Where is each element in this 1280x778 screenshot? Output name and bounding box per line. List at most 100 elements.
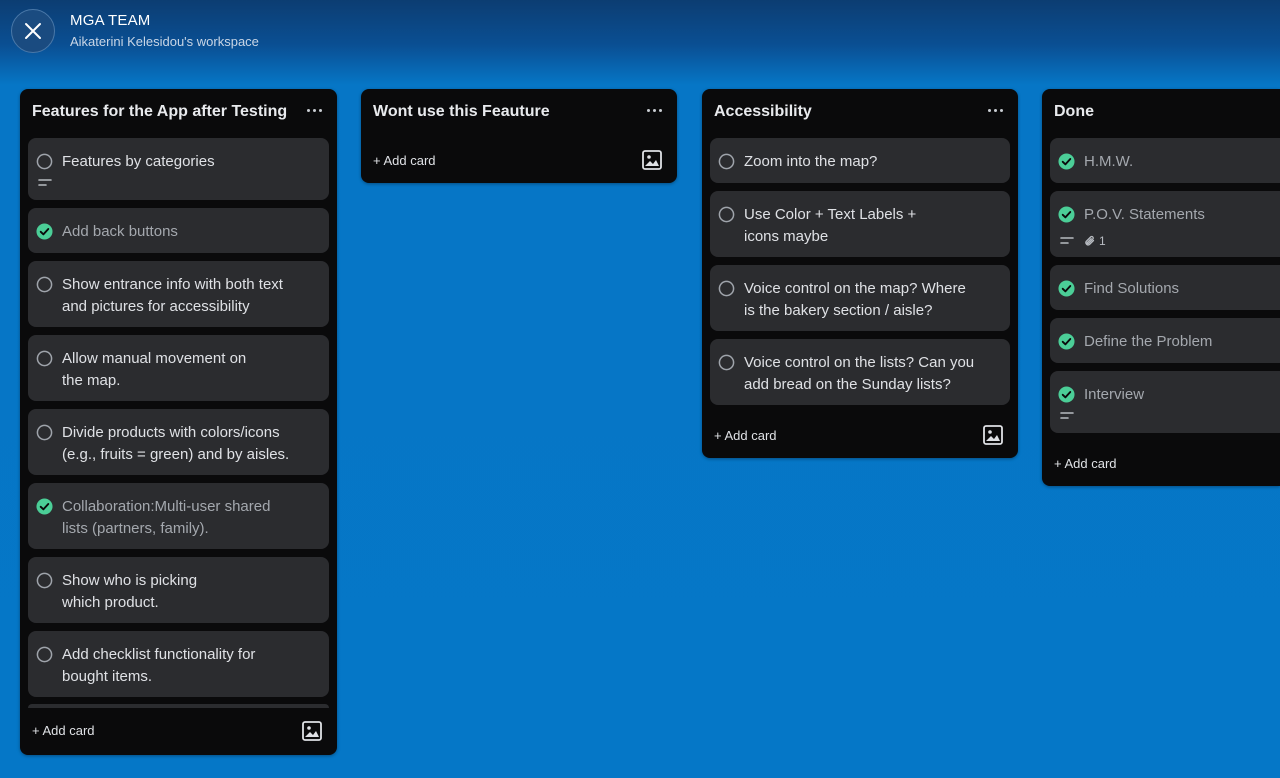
card-title: Voice control on the lists? Can you add … — [744, 354, 975, 393]
ellipsis-icon — [306, 108, 310, 112]
card-badges — [1060, 411, 1074, 421]
check-circle-icon[interactable] — [1058, 280, 1075, 297]
list-menu-button[interactable] — [982, 99, 1008, 121]
circle-icon[interactable] — [36, 276, 53, 293]
image-icon[interactable] — [982, 424, 1004, 446]
list-card[interactable]: Add checklist functionality for bought i… — [28, 631, 329, 697]
card-title: Allow manual movement on the map. — [62, 350, 247, 389]
card-complete-toggle[interactable] — [1058, 280, 1075, 297]
card-title: Find Solutions — [1084, 280, 1180, 297]
list-card[interactable]: H.M.W. — [1050, 138, 1280, 183]
attachment-count: 1 — [1099, 234, 1106, 248]
list-card[interactable]: Voice control on the lists? Can you add … — [710, 339, 1010, 405]
circle-icon[interactable] — [718, 354, 735, 371]
check-circle-icon[interactable] — [1058, 153, 1075, 170]
list-title[interactable]: Wont use this Feauture — [373, 103, 550, 121]
card-title: Voice control on the map? Where is the b… — [744, 280, 966, 319]
circle-icon[interactable] — [36, 572, 53, 589]
list-menu-button[interactable] — [301, 99, 327, 121]
list-title[interactable]: Accessibility — [714, 103, 812, 121]
add-card-button[interactable]: + Add card — [714, 428, 777, 443]
description-icon — [1060, 237, 1074, 244]
list-card[interactable]: Features by categories — [28, 138, 329, 200]
list-menu-button[interactable] — [641, 99, 667, 121]
card-complete-toggle[interactable] — [36, 572, 53, 589]
description-icon — [1060, 412, 1074, 419]
list-card[interactable]: Collaboration:Multi-user shared lists (p… — [28, 483, 329, 549]
list-card[interactable]: Find Solutions — [1050, 265, 1280, 310]
circle-icon[interactable] — [36, 153, 53, 170]
check-circle-icon[interactable] — [36, 223, 53, 240]
card-title: H.M.W. — [1084, 153, 1134, 170]
card-complete-toggle[interactable] — [1058, 206, 1075, 223]
card-complete-toggle[interactable] — [718, 153, 735, 170]
card-complete-toggle[interactable] — [718, 280, 735, 297]
circle-icon[interactable] — [718, 153, 735, 170]
check-circle-icon[interactable] — [1058, 206, 1075, 223]
list-features-after-testing: Features for the App after Testing Featu… — [20, 89, 337, 755]
list-card[interactable]: Show entrance info with both text and pi… — [28, 261, 329, 327]
card-complete-toggle[interactable] — [36, 276, 53, 293]
list-card[interactable]: P.O.V. Statements 1 — [1050, 191, 1280, 257]
description-icon — [38, 179, 52, 186]
close-board-button[interactable] — [11, 9, 55, 53]
check-circle-icon[interactable] — [36, 498, 53, 515]
image-icon[interactable] — [301, 720, 323, 742]
circle-icon[interactable] — [718, 280, 735, 297]
card-badges: 1 — [1060, 234, 1106, 248]
list-card[interactable]: Zoom into the map? — [710, 138, 1010, 183]
card-complete-toggle[interactable] — [36, 223, 53, 240]
list-card[interactable]: Show who is picking which product. — [28, 557, 329, 623]
list-title[interactable]: Done — [1054, 103, 1094, 121]
circle-icon[interactable] — [718, 206, 735, 223]
card-complete-toggle[interactable] — [36, 498, 53, 515]
card-title: Add checklist functionality for bought i… — [62, 646, 256, 685]
card-title: Use Color + Text Labels + icons maybe — [744, 206, 917, 245]
circle-icon[interactable] — [36, 646, 53, 663]
check-circle-icon[interactable] — [1058, 333, 1075, 350]
circle-icon[interactable] — [36, 424, 53, 441]
paperclip-icon — [1085, 235, 1095, 246]
card-title: Define the Problem — [1084, 333, 1213, 350]
list-card[interactable]: Voice control on the map? Where is the b… — [710, 265, 1010, 331]
board-title[interactable]: MGA TEAM — [70, 12, 151, 29]
list-card[interactable]: Allow manual movement on the map. — [28, 335, 329, 401]
card-title: Add back buttons — [62, 223, 178, 240]
workspace-name[interactable]: Aikaterini Kelesidou's workspace — [70, 34, 259, 49]
list-title[interactable]: Features for the App after Testing — [32, 103, 287, 121]
add-card-button[interactable]: + Add card — [1054, 456, 1117, 471]
list-wont-use: Wont use this Feauture + Add card — [361, 89, 677, 183]
image-icon[interactable] — [641, 149, 663, 171]
board-header: MGA TEAM Aikaterini Kelesidou's workspac… — [0, 0, 1280, 80]
card-complete-toggle[interactable] — [718, 354, 735, 371]
card-complete-toggle[interactable] — [1058, 153, 1075, 170]
list-card[interactable]: Interview — [1050, 371, 1280, 433]
list-card[interactable]: Use Color + Text Labels + icons maybe — [710, 191, 1010, 257]
add-card-button[interactable]: + Add card — [373, 153, 436, 168]
card-badges — [38, 178, 52, 188]
check-circle-icon[interactable] — [1058, 386, 1075, 403]
card-complete-toggle[interactable] — [1058, 386, 1075, 403]
card-title: Zoom into the map? — [744, 153, 878, 170]
card-title: Interview — [1084, 386, 1145, 403]
card-peek — [28, 704, 329, 708]
card-title: Divide products with colors/icons (e.g.,… — [62, 424, 290, 463]
card-complete-toggle[interactable] — [718, 206, 735, 223]
circle-icon[interactable] — [36, 350, 53, 367]
list-card[interactable]: Add back buttons — [28, 208, 329, 253]
card-title: Features by categories — [62, 153, 215, 170]
list-card[interactable]: Define the Problem — [1050, 318, 1280, 363]
card-complete-toggle[interactable] — [36, 350, 53, 367]
card-complete-toggle[interactable] — [1058, 333, 1075, 350]
add-card-button[interactable]: + Add card — [32, 723, 95, 738]
card-complete-toggle[interactable] — [36, 646, 53, 663]
close-icon — [25, 23, 41, 39]
card-complete-toggle[interactable] — [36, 424, 53, 441]
ellipsis-icon — [987, 108, 991, 112]
list-done: Done H.M.W. P.O.V. Statements 1 Find Solu… — [1042, 89, 1280, 486]
list-card[interactable]: Divide products with colors/icons (e.g.,… — [28, 409, 329, 475]
attachment-badge: 1 — [1084, 234, 1106, 248]
card-complete-toggle[interactable] — [36, 153, 53, 170]
card-title: Show who is picking which product. — [62, 572, 198, 611]
card-title: Show entrance info with both text and pi… — [62, 276, 283, 315]
